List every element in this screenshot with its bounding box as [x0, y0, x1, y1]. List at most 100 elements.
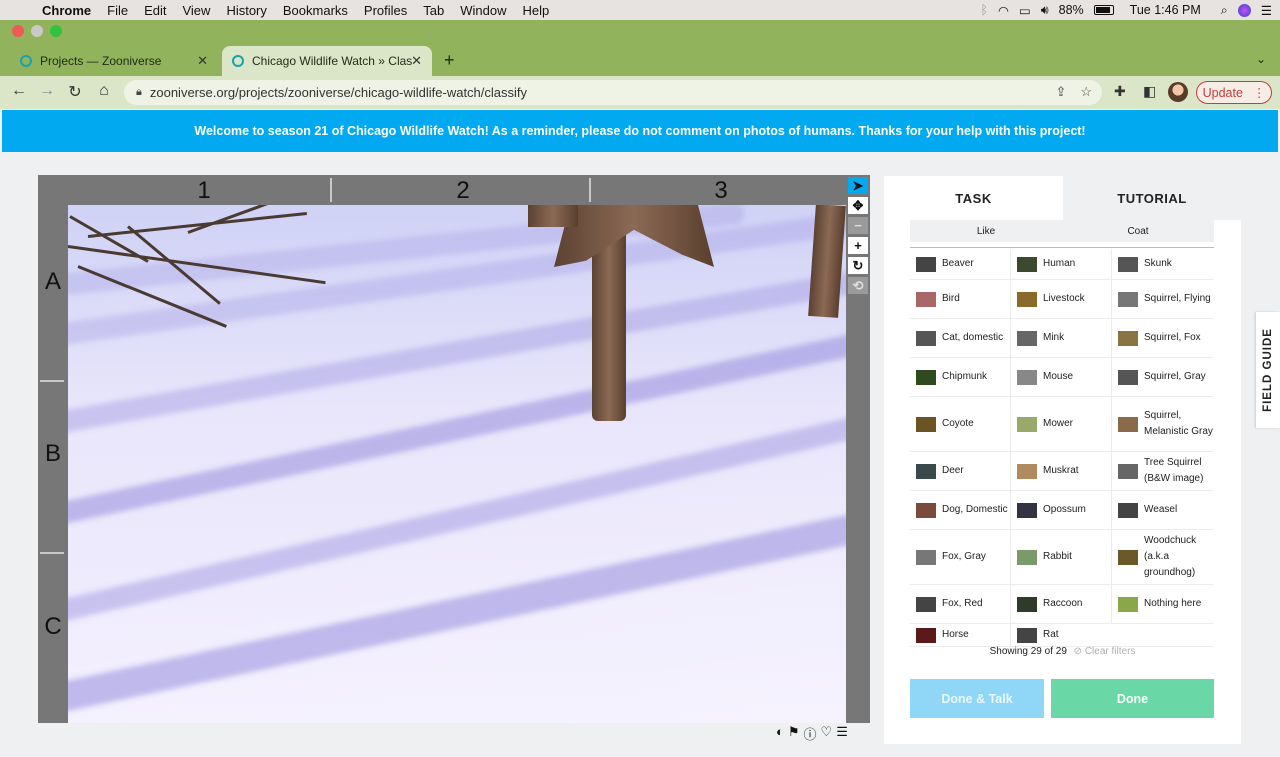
flag-icon[interactable]: ⚑	[788, 724, 800, 743]
species-choice[interactable]: Mower	[1011, 397, 1112, 451]
species-choice[interactable]: Weasel	[1112, 491, 1213, 529]
address-url[interactable]: zooniverse.org/projects/zooniverse/chica…	[150, 85, 527, 100]
species-choice[interactable]: Human	[1011, 249, 1112, 279]
done-and-talk-button[interactable]: Done & Talk	[910, 679, 1044, 718]
menu-file[interactable]: File	[99, 3, 136, 18]
battery-percent[interactable]: 88%	[1059, 3, 1084, 17]
grid-column-label: 2	[456, 177, 470, 204]
profile-avatar[interactable]	[1168, 82, 1188, 102]
spotlight-icon[interactable]: ⌕	[1221, 3, 1228, 18]
rotate-icon[interactable]: ↻	[848, 257, 868, 274]
subject-viewer[interactable]: 1 2 3 A B C	[38, 175, 846, 723]
menu-help[interactable]: Help	[515, 3, 558, 18]
filter-like[interactable]: Like	[910, 220, 1062, 242]
choice-row: Coyote Mower Squirrel, Melanistic Gray	[910, 397, 1213, 452]
menu-profiles[interactable]: Profiles	[356, 3, 415, 18]
species-label: Cat, domestic	[942, 332, 1004, 343]
zoom-in-icon[interactable]: +	[848, 237, 868, 254]
tab-projects[interactable]: Projects — Zooniverse ✕	[10, 46, 218, 76]
species-choice[interactable]: Deer	[910, 452, 1011, 490]
clear-filters-link[interactable]: ⊘ Clear filters	[1074, 646, 1136, 657]
info-icon[interactable]: ⓘ	[804, 724, 817, 743]
species-label: Livestock	[1043, 293, 1085, 304]
share-icon[interactable]: ⇪	[1055, 84, 1066, 100]
extensions-puzzle-icon[interactable]: ✚	[1114, 83, 1126, 100]
reset-view-icon[interactable]: ⟲	[848, 277, 868, 294]
pointer-tool-icon[interactable]: ➤	[848, 177, 868, 194]
species-choice[interactable]: Opossum	[1011, 491, 1112, 529]
species-choice[interactable]: Mouse	[1011, 358, 1112, 396]
clock[interactable]: Tue 1:46 PM	[1130, 3, 1201, 17]
airplay-icon[interactable]: ▭	[1019, 3, 1031, 18]
species-choice[interactable]: Fox, Red	[910, 585, 1011, 623]
side-panel-icon[interactable]: ◧	[1143, 83, 1156, 100]
menu-history[interactable]: History	[218, 3, 274, 18]
menu-window[interactable]: Window	[452, 3, 514, 18]
minimize-window-icon[interactable]	[31, 25, 43, 37]
back-icon[interactable]: ←	[8, 82, 30, 100]
maximize-window-icon[interactable]	[50, 25, 62, 37]
new-tab-icon[interactable]: +	[444, 50, 455, 71]
species-label: Nothing here	[1144, 598, 1202, 609]
species-choice[interactable]: Skunk	[1112, 249, 1213, 279]
subject-photo[interactable]	[68, 205, 846, 723]
wifi-icon[interactable]: ◠	[998, 3, 1009, 18]
tab-search-chevron-icon[interactable]: ⌄	[1256, 52, 1266, 66]
species-choice[interactable]: Bird	[910, 280, 1011, 318]
update-button[interactable]: Update ⋮	[1196, 81, 1272, 104]
close-tab-icon[interactable]: ✕	[197, 53, 208, 69]
species-choice[interactable]: Dog, Domestic	[910, 491, 1011, 529]
volume-icon[interactable]: 🔊︎	[1041, 3, 1049, 18]
species-choice[interactable]: Beaver	[910, 249, 1011, 279]
species-choice[interactable]: Rabbit	[1011, 530, 1112, 584]
species-label: Squirrel, Gray	[1144, 371, 1206, 382]
menu-bookmarks[interactable]: Bookmarks	[275, 3, 356, 18]
close-tab-icon[interactable]: ✕	[411, 53, 422, 69]
home-icon[interactable]: ⌂	[93, 82, 115, 100]
done-button[interactable]: Done	[1051, 679, 1214, 718]
siri-icon[interactable]	[1237, 3, 1251, 17]
species-choice[interactable]: Squirrel, Fox	[1112, 319, 1213, 357]
collections-list-icon[interactable]: ☰	[836, 724, 848, 743]
lock-icon[interactable]: 🔒︎	[136, 86, 142, 99]
species-choice[interactable]: Livestock	[1011, 280, 1112, 318]
address-bar[interactable]: 🔒︎ zooniverse.org/projects/zooniverse/ch…	[124, 80, 1102, 105]
tab-title: Projects — Zooniverse	[40, 54, 162, 68]
tab-chicago-wildlife-watch[interactable]: Chicago Wildlife Watch » Class ✕	[222, 46, 432, 76]
menu-view[interactable]: View	[174, 3, 218, 18]
forward-icon[interactable]: →	[36, 82, 58, 100]
tab-tutorial[interactable]: TUTORIAL	[1063, 176, 1241, 220]
species-choice[interactable]: Muskrat	[1011, 452, 1112, 490]
species-choice[interactable]: Chipmunk	[910, 358, 1011, 396]
pan-tool-icon[interactable]: ✥	[848, 197, 868, 214]
reload-icon[interactable]: ↻	[64, 82, 86, 102]
species-choice[interactable]: Coyote	[910, 397, 1011, 451]
species-choice[interactable]: Squirrel, Gray	[1112, 358, 1213, 396]
control-center-icon[interactable]: ☰	[1261, 3, 1272, 18]
invert-icon[interactable]: ◐	[776, 724, 784, 743]
species-choice[interactable]: Nothing here	[1112, 585, 1213, 623]
field-guide-tab[interactable]: FIELD GUIDE	[1256, 312, 1280, 428]
bluetooth-icon[interactable]: ᛒ	[980, 3, 988, 17]
close-window-icon[interactable]	[12, 25, 24, 37]
species-choice[interactable]: Squirrel, Melanistic Gray	[1112, 397, 1213, 451]
species-thumbnail	[916, 330, 936, 346]
tab-task[interactable]: TASK	[884, 176, 1063, 220]
species-choice[interactable]: Fox, Gray	[910, 530, 1011, 584]
menu-edit[interactable]: Edit	[136, 3, 174, 18]
menu-tab[interactable]: Tab	[415, 3, 452, 18]
battery-icon[interactable]	[1093, 5, 1114, 15]
species-choice[interactable]: Raccoon	[1011, 585, 1112, 623]
menu-app-name[interactable]: Chrome	[34, 3, 99, 18]
zoom-out-icon[interactable]: −	[848, 217, 868, 234]
species-choice[interactable]: Horse	[910, 624, 1011, 646]
bookmark-star-icon[interactable]: ☆	[1080, 84, 1092, 100]
species-choice[interactable]: Squirrel, Flying	[1112, 280, 1213, 318]
filter-coat[interactable]: Coat	[1062, 220, 1214, 242]
species-choice[interactable]: Mink	[1011, 319, 1112, 357]
species-choice[interactable]: Woodchuck (a.k.a groundhog)	[1112, 530, 1213, 584]
species-choice[interactable]: Tree Squirrel (B&W image)	[1112, 452, 1213, 490]
favorite-heart-icon[interactable]: ♡	[821, 724, 833, 743]
species-choice[interactable]: Cat, domestic	[910, 319, 1011, 357]
species-choice[interactable]: Rat	[1011, 624, 1112, 646]
